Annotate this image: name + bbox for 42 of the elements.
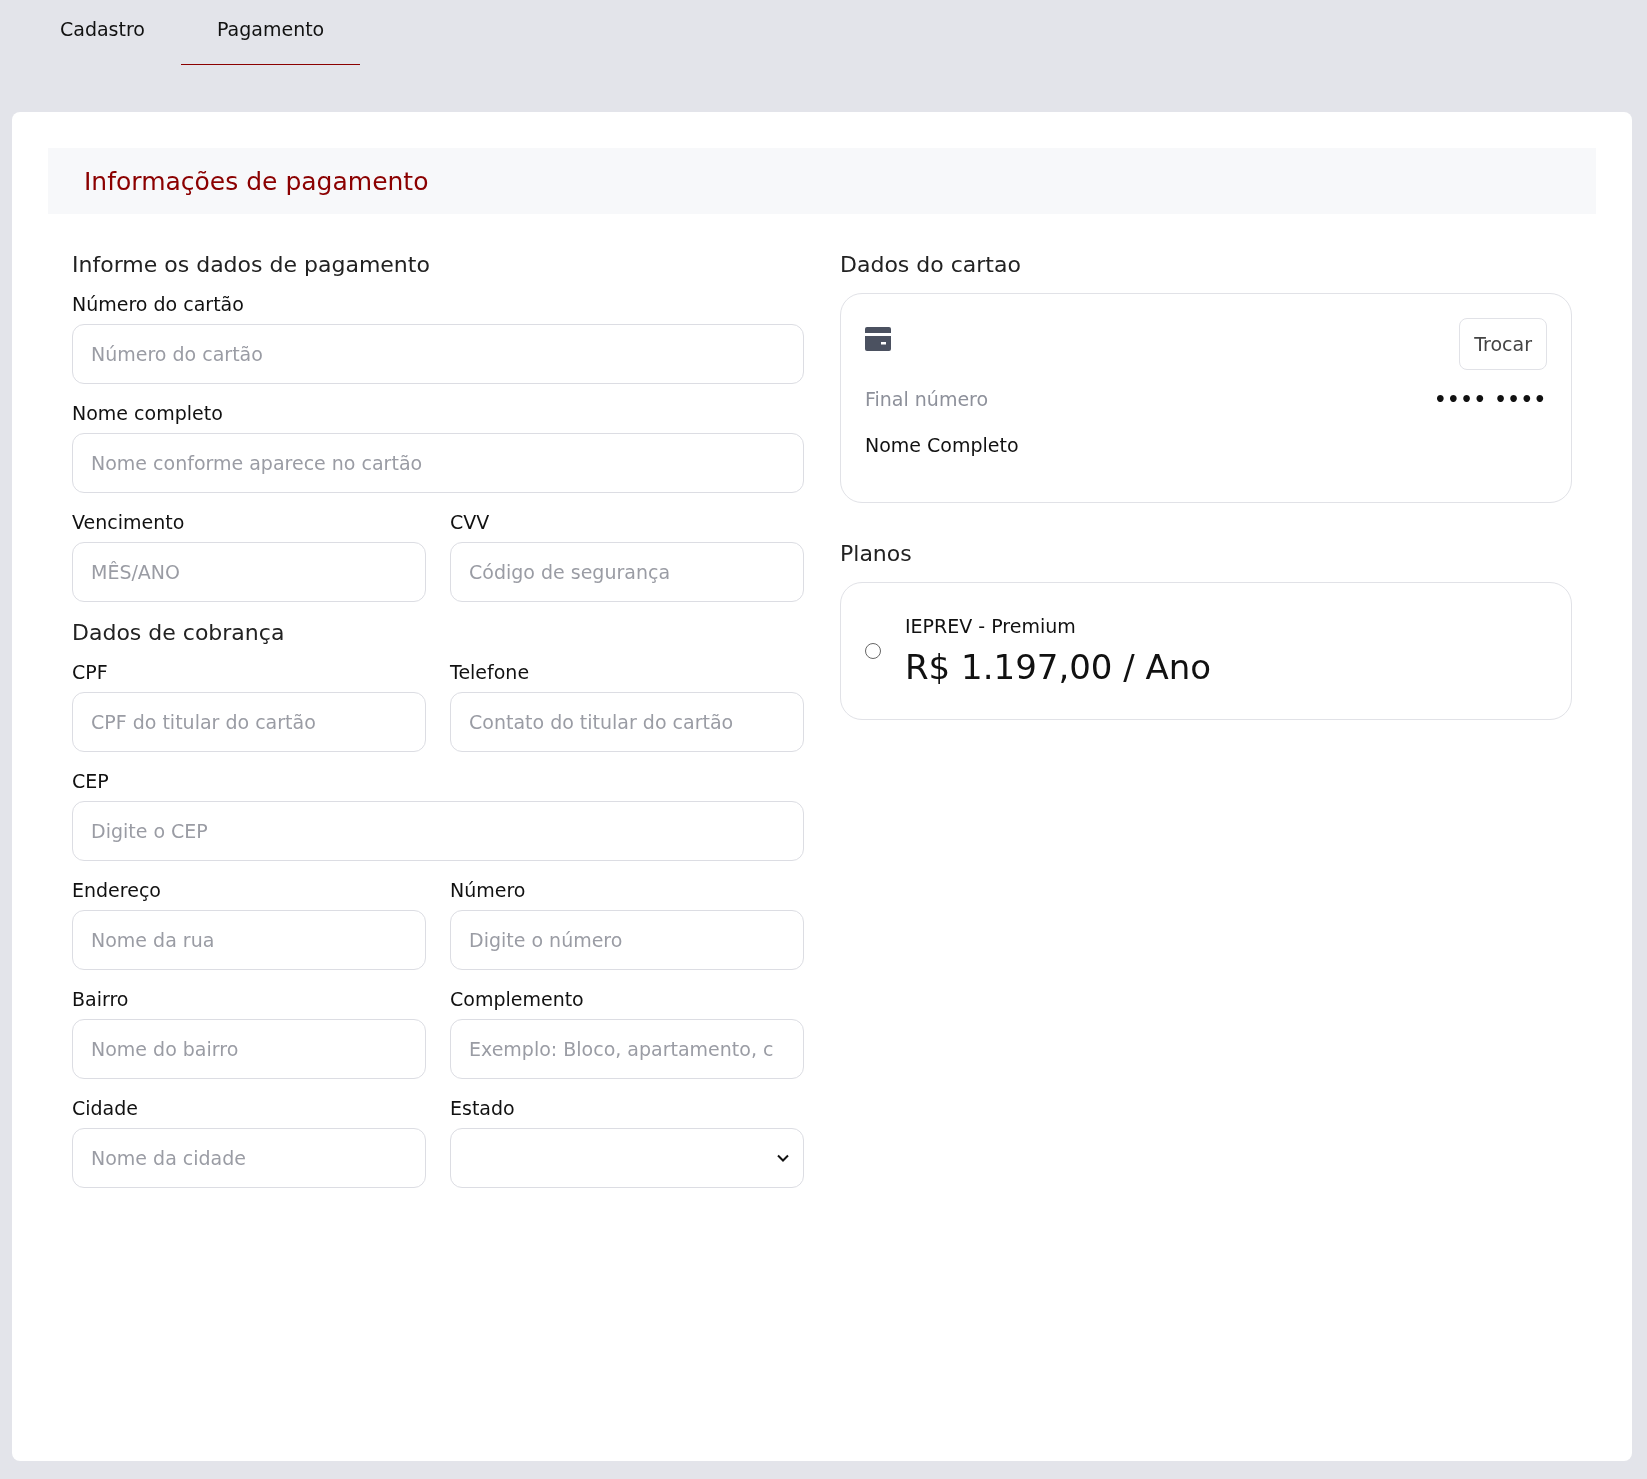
field-label: Endereço bbox=[72, 879, 162, 901]
input-field[interactable]: Exemplo: Bloco, apartamento, c bbox=[450, 1019, 804, 1079]
plans-title: Planos bbox=[840, 541, 913, 566]
change-button[interactable]: Trocar bbox=[1459, 318, 1547, 370]
field-label: Número bbox=[450, 879, 527, 901]
section-title: Informações de pagamento bbox=[84, 166, 429, 196]
plan-option[interactable]: IEPREV - Premium R$ 1.197,00 / Ano bbox=[840, 582, 1572, 720]
input-field[interactable]: Contato do titular do cartão bbox=[450, 692, 804, 752]
tab[interactable]: Pagamento bbox=[181, 0, 361, 65]
input-field[interactable]: MÊS/ANO bbox=[72, 542, 426, 602]
card-section-title: Dados do cartao bbox=[840, 252, 1022, 277]
input-field[interactable]: Nome conforme aparece no cartão bbox=[72, 433, 804, 493]
input-field[interactable]: Nome da rua bbox=[72, 910, 426, 970]
tab[interactable]: Cadastro bbox=[48, 0, 181, 65]
select-field[interactable] bbox=[450, 1128, 804, 1188]
chevron-down-icon bbox=[777, 1154, 789, 1162]
credit-card-icon bbox=[865, 327, 891, 351]
input-field[interactable]: Nome do bairro bbox=[72, 1019, 426, 1079]
field-label: Vencimento bbox=[72, 511, 186, 533]
field-label: Telefone bbox=[450, 661, 531, 683]
field-label: CEP bbox=[72, 770, 110, 792]
plan-price: R$ 1.197,00 / Ano bbox=[905, 647, 1212, 687]
field-label: Número do cartão bbox=[72, 293, 245, 315]
input-field[interactable]: Digite o número bbox=[450, 910, 804, 970]
final-number-label: Final número bbox=[865, 388, 989, 410]
cardholder-name: Nome Completo bbox=[865, 434, 1020, 456]
input-field[interactable]: CPF do titular do cartão bbox=[72, 692, 426, 752]
input-field[interactable]: Número do cartão bbox=[72, 324, 804, 384]
field-label: Bairro bbox=[72, 988, 130, 1010]
input-field[interactable]: Nome da cidade bbox=[72, 1128, 426, 1188]
field-label: CVV bbox=[450, 511, 491, 533]
masked-card-number: •••• •••• bbox=[1434, 388, 1547, 410]
field-label: CPF bbox=[72, 661, 109, 683]
input-field[interactable]: Digite o CEP bbox=[72, 801, 804, 861]
field-label: Estado bbox=[450, 1097, 516, 1119]
plan-name: IEPREV - Premium bbox=[905, 615, 1077, 637]
form-section-title: Informe os dados de pagamento bbox=[72, 252, 431, 277]
input-field[interactable]: Código de segurança bbox=[450, 542, 804, 602]
form-section-title: Dados de cobrança bbox=[72, 620, 286, 645]
field-label: Nome completo bbox=[72, 402, 224, 424]
field-label: Complemento bbox=[450, 988, 585, 1010]
field-label: Cidade bbox=[72, 1097, 139, 1119]
